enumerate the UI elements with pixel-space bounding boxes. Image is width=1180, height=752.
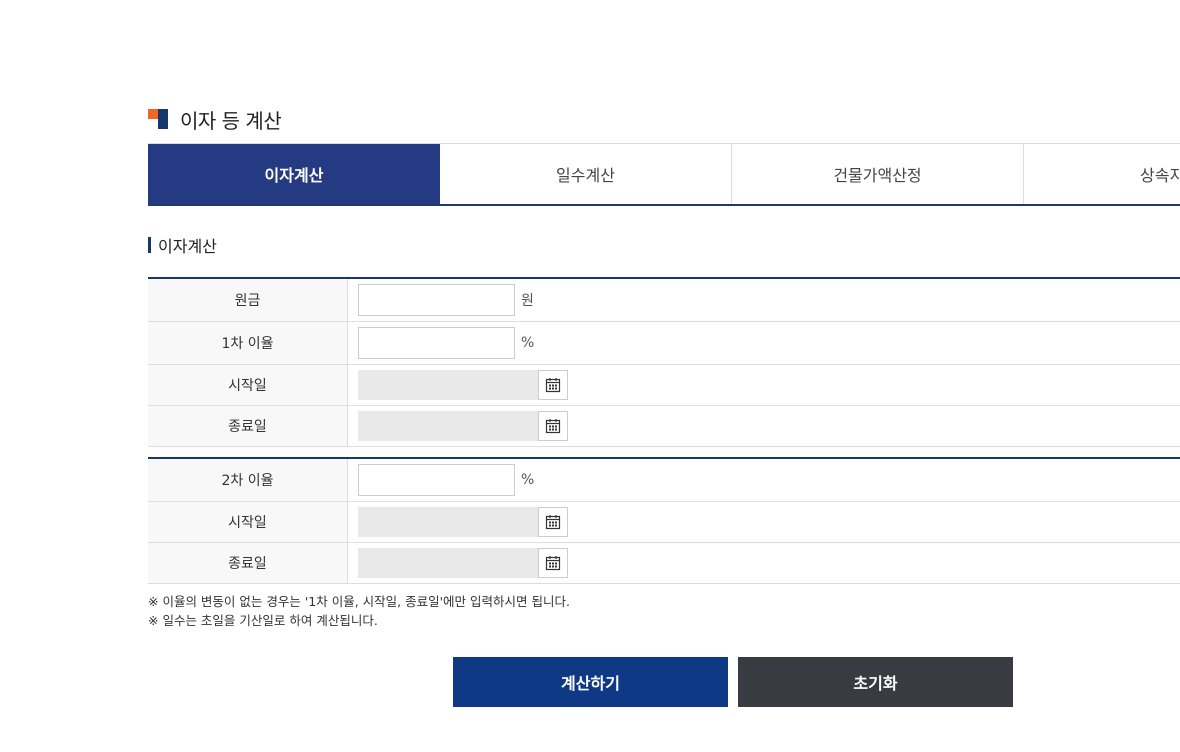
row-rate1: 1차 이율 % [148, 322, 1180, 365]
row-end2: 종료일 [148, 543, 1180, 584]
calculate-button[interactable]: 계산하기 [453, 657, 728, 707]
row-principal: 원금 원 [148, 279, 1180, 322]
form-block-1: 원금 원 1차 이율 % 시작일 종료일 [148, 277, 1180, 447]
calendar-icon[interactable] [538, 548, 568, 578]
start1-label: 시작일 [148, 365, 348, 405]
rate1-label: 1차 이율 [148, 322, 348, 364]
section-title-text: 이자계산 [158, 237, 217, 256]
rate2-unit: % [521, 472, 535, 488]
row-rate2: 2차 이율 % [148, 459, 1180, 502]
end1-date-input[interactable] [358, 411, 538, 441]
page-title: 이자 등 계산 [148, 104, 282, 134]
section-title: 이자계산 [148, 235, 217, 256]
rate1-input[interactable] [358, 327, 515, 359]
rate2-label: 2차 이율 [148, 459, 348, 501]
note-item: ※ 일수는 초일을 기산일로 하여 계산됩니다. [148, 613, 378, 628]
calendar-icon[interactable] [538, 507, 568, 537]
principal-unit: 원 [521, 293, 534, 309]
tab-inheritance-share[interactable]: 상속지분 [1024, 144, 1180, 204]
form-block-2: 2차 이율 % 시작일 종료일 [148, 457, 1180, 584]
tab-building-value[interactable]: 건물가액산정 [732, 144, 1024, 204]
row-end1: 종료일 [148, 406, 1180, 447]
rate2-input[interactable] [358, 464, 515, 496]
end1-label: 종료일 [148, 406, 348, 446]
start2-label: 시작일 [148, 502, 348, 542]
row-start2: 시작일 [148, 502, 1180, 543]
row-start1: 시작일 [148, 365, 1180, 406]
reset-button[interactable]: 초기화 [738, 657, 1013, 707]
notes: ※ 이율의 변동이 없는 경우는 '1차 이율, 시작일, 종료일'에만 입력하… [148, 592, 570, 630]
principal-input[interactable] [358, 284, 515, 316]
calendar-icon[interactable] [538, 370, 568, 400]
end2-date-input[interactable] [358, 548, 538, 578]
start2-date-input[interactable] [358, 507, 538, 537]
section-bar-icon [148, 237, 151, 253]
calendar-icon[interactable] [538, 411, 568, 441]
button-group: 계산하기 초기화 [453, 657, 1013, 707]
page-title-text: 이자 등 계산 [180, 108, 282, 133]
tab-bar: 이자계산 일수계산 건물가액산정 상속지분 [148, 143, 1180, 206]
tab-days-calc[interactable]: 일수계산 [440, 144, 732, 204]
title-mark-icon [148, 109, 168, 129]
tab-interest-calc[interactable]: 이자계산 [148, 144, 440, 204]
note-item: ※ 이율의 변동이 없는 경우는 '1차 이율, 시작일, 종료일'에만 입력하… [148, 594, 570, 609]
start1-date-input[interactable] [358, 370, 538, 400]
end2-label: 종료일 [148, 543, 348, 583]
principal-label: 원금 [148, 279, 348, 321]
rate1-unit: % [521, 335, 535, 351]
